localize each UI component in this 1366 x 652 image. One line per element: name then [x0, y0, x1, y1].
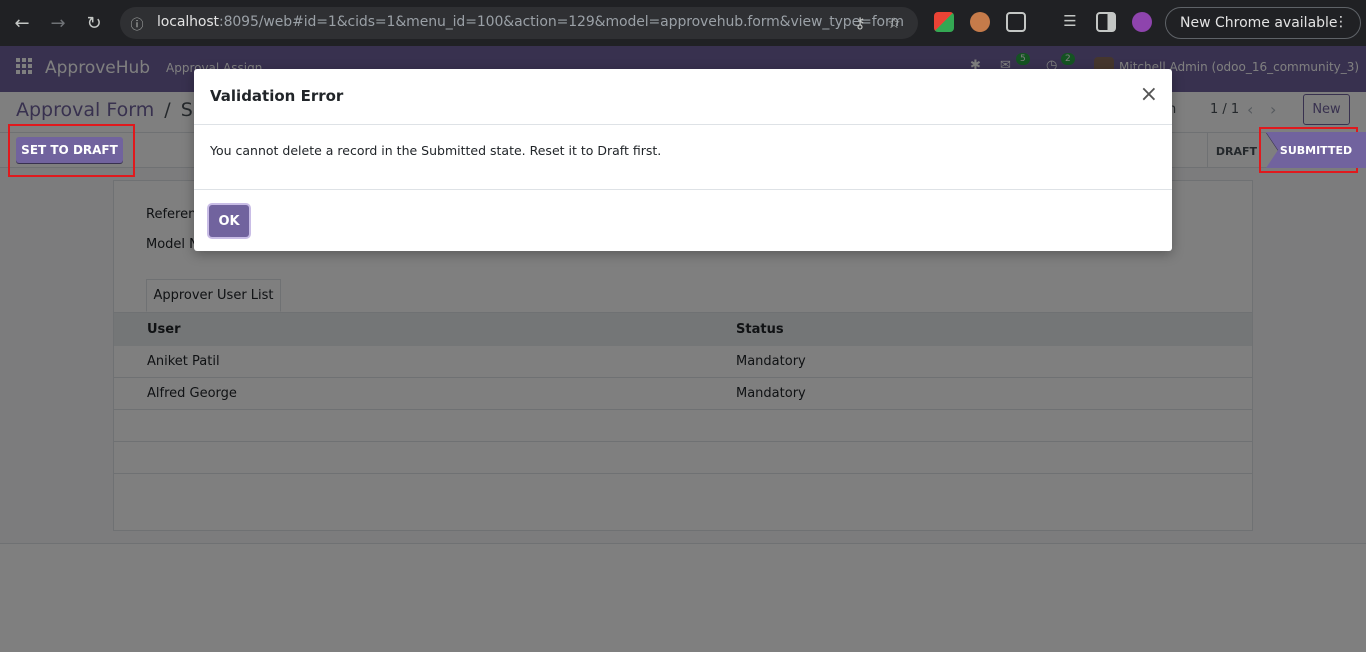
extensions-puzzle-icon[interactable] — [1006, 12, 1026, 32]
site-info-icon[interactable]: ⓘ — [129, 15, 145, 33]
media-control-icon[interactable]: ☰ — [1060, 12, 1080, 32]
dialog-footer: OK — [194, 189, 1172, 251]
profile-avatar[interactable] — [1132, 12, 1152, 32]
dialog-message: You cannot delete a record in the Submit… — [210, 143, 662, 158]
browser-toolbar: ← → ↻ ⓘ localhost:8095/web#id=1&cids=1&m… — [0, 0, 1366, 46]
reload-icon[interactable]: ↻ — [82, 11, 106, 35]
address-bar[interactable]: ⓘ localhost:8095/web#id=1&cids=1&menu_id… — [120, 7, 918, 39]
validation-error-dialog: Validation Error × You cannot delete a r… — [194, 69, 1172, 251]
ok-button[interactable]: OK — [209, 205, 249, 237]
dialog-header: Validation Error × — [194, 69, 1172, 125]
set-to-draft-button-highlighted[interactable]: SET TO DRAFT — [16, 137, 123, 163]
new-chrome-label: New Chrome available — [1180, 15, 1338, 31]
forward-icon[interactable]: → — [46, 11, 70, 35]
url-host: localhost — [157, 14, 219, 30]
more-menu-icon[interactable]: ⋮ — [1334, 14, 1348, 30]
extension-monkey-icon[interactable] — [970, 12, 990, 32]
close-icon[interactable]: × — [1140, 83, 1158, 107]
side-panel-icon[interactable] — [1096, 12, 1116, 32]
stage-submitted-highlighted[interactable]: SUBMITTED — [1266, 132, 1366, 168]
dialog-title: Validation Error — [210, 87, 344, 105]
url-path: :8095/web#id=1&cids=1&menu_id=100&action… — [218, 14, 904, 30]
key-icon[interactable]: ⚷ — [852, 14, 868, 32]
back-icon[interactable]: ← — [10, 11, 34, 35]
new-chrome-available-button[interactable]: New Chrome available ⋮ — [1165, 7, 1361, 39]
extension-icon[interactable] — [934, 12, 954, 32]
url-text: localhost:8095/web#id=1&cids=1&menu_id=1… — [157, 14, 904, 30]
bookmark-star-icon[interactable]: ☆ — [886, 14, 902, 32]
